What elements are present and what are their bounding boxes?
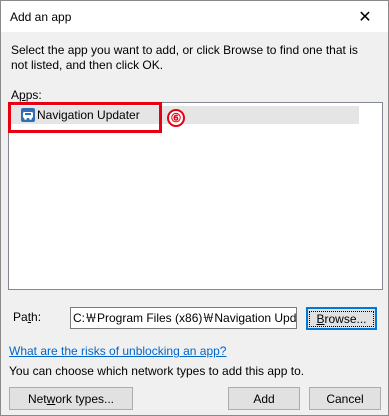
path-label: Path: — [13, 310, 41, 324]
unblocking-risks-link[interactable]: What are the risks of unblocking an app? — [9, 344, 226, 358]
apps-label-rest: ps: — [25, 88, 42, 102]
path-field[interactable]: C:￦Program Files (x86)￦Navigation Update… — [70, 307, 297, 329]
apps-label-accesskey: p — [19, 88, 26, 102]
network-types-button[interactable]: Network types... — [9, 387, 133, 410]
instructions-text: Select the app you want to add, or click… — [11, 43, 358, 72]
browse-button-label: Browse... — [309, 310, 374, 327]
network-label-rest: ork types... — [55, 391, 115, 406]
apps-label-first: A — [11, 88, 20, 102]
annotation-highlight-box — [8, 102, 162, 133]
add-app-dialog: Add an app ✕ Select the app you want to … — [0, 0, 389, 416]
path-label-first: Pa — [13, 310, 28, 324]
window-title: Add an app — [10, 10, 72, 24]
browse-accesskey: B — [316, 311, 325, 326]
apps-label: Apps: — [11, 88, 42, 102]
step-number-badge: ⑥ — [167, 109, 185, 127]
add-button[interactable]: Add — [228, 387, 300, 410]
network-types-label: Network types... — [28, 392, 114, 406]
path-label-rest: h: — [31, 310, 42, 324]
network-label-first: Net — [27, 391, 47, 406]
network-types-hint: You can choose which network types to ad… — [9, 364, 305, 378]
close-icon[interactable]: ✕ — [342, 1, 388, 32]
browse-button[interactable]: Browse... — [306, 307, 377, 330]
title-bar: Add an app ✕ — [1, 1, 388, 32]
browse-label-rest: rowse... — [324, 311, 367, 326]
cancel-button[interactable]: Cancel — [309, 387, 381, 410]
